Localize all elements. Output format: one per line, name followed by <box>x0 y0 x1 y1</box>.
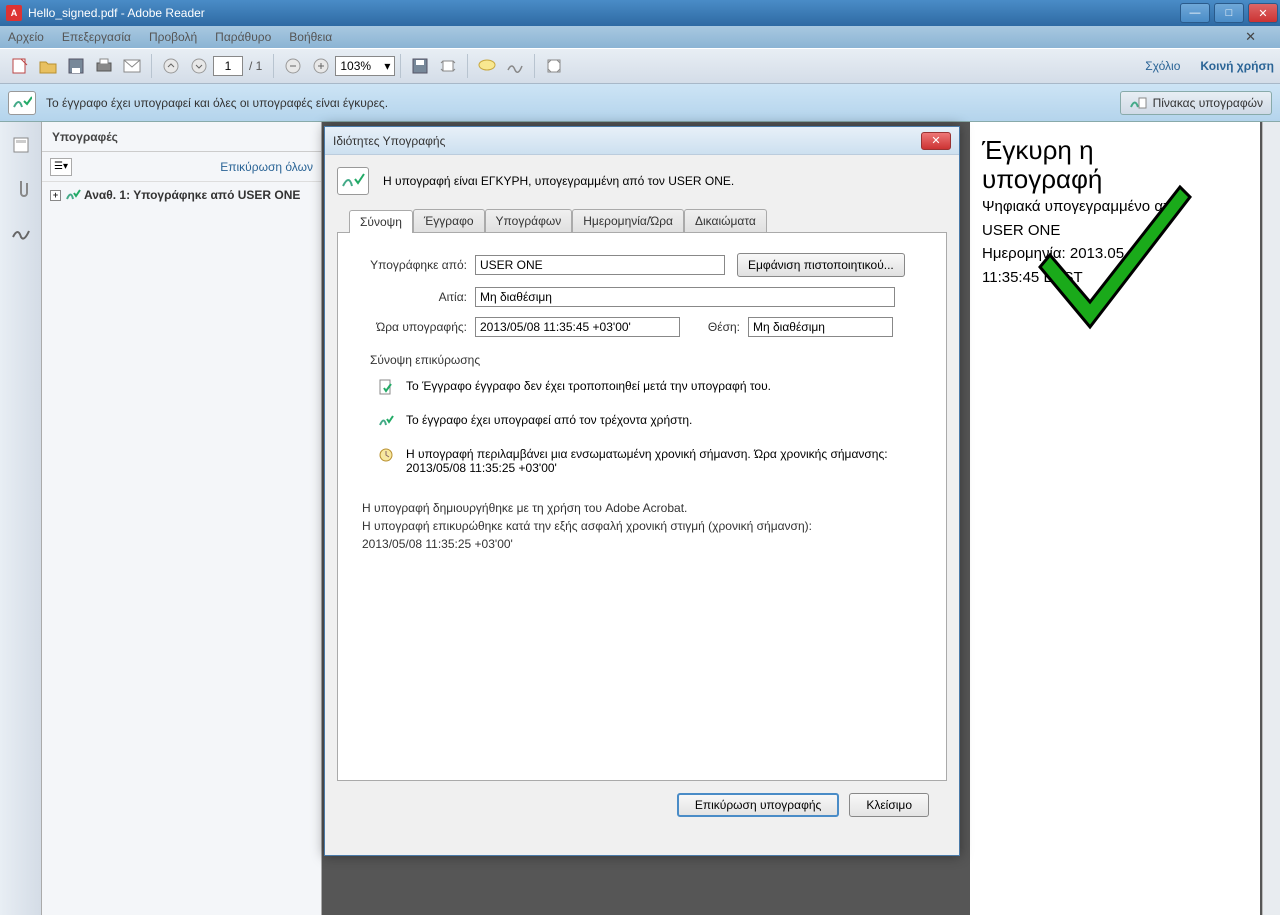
signed-by-label: Υπογράφηκε από: <box>362 258 467 272</box>
footer-line-3: 2013/05/08 11:35:25 +03'00' <box>362 535 922 553</box>
minimize-button[interactable]: — <box>1180 3 1210 23</box>
fit-page-icon[interactable] <box>436 54 460 78</box>
menu-file[interactable]: Αρχείο <box>8 30 44 44</box>
menu-help[interactable]: Βοήθεια <box>289 30 332 44</box>
dialog-tabs: Σύνοψη Έγγραφο Υπογράφων Ημερομηνία/Ώρα … <box>337 209 947 233</box>
titlebar: A Hello_signed.pdf - Adobe Reader — □ ✕ <box>0 0 1280 26</box>
sign-time-field: 2013/05/08 11:35:45 +03'00' <box>475 317 680 337</box>
open-icon[interactable] <box>36 54 60 78</box>
signature-message-text: Το έγγραφο έχει υπογραφεί και όλες οι υπ… <box>46 96 388 110</box>
signature-message-bar: Το έγγραφο έχει υπογραφεί και όλες οι υπ… <box>0 84 1280 122</box>
footer-line-2: Η υπογραφή επικυρώθηκε κατά την εξής ασφ… <box>362 517 922 535</box>
reason-field: Μη διαθέσιμη <box>475 287 895 307</box>
save-icon[interactable] <box>64 54 88 78</box>
menu-view[interactable]: Προβολή <box>149 30 197 44</box>
save-copy-icon[interactable] <box>408 54 432 78</box>
tab-signer[interactable]: Υπογράφων <box>485 209 573 232</box>
summary-icon-timestamp <box>378 447 396 463</box>
signatures-panel: Υπογραφές ☰▾ Επικύρωση όλων + Αναθ. 1: Υ… <box>42 122 322 915</box>
reading-mode-icon[interactable] <box>542 54 566 78</box>
zoom-in-icon[interactable] <box>309 54 333 78</box>
zoom-out-icon[interactable] <box>281 54 305 78</box>
document-page: Έγκυρη η υπογραφή Ψηφιακά υπογεγραμμένο … <box>970 122 1260 915</box>
summary-text-2: Το έγγραφο έχει υπογραφεί από τον τρέχον… <box>406 413 692 427</box>
share-link[interactable]: Κοινή χρήση <box>1200 59 1274 73</box>
comment-icon[interactable] <box>475 54 499 78</box>
dialog-signature-icon <box>337 167 369 195</box>
validate-signature-button[interactable]: Επικύρωση υπογραφής <box>677 793 839 817</box>
attachments-icon[interactable] <box>8 176 34 202</box>
signatures-panel-title: Υπογραφές <box>42 122 321 152</box>
tab-datetime[interactable]: Ημερομηνία/Ώρα <box>572 209 684 232</box>
tab-summary[interactable]: Σύνοψη <box>349 210 413 233</box>
tab-permissions[interactable]: Δικαιώματα <box>684 209 767 232</box>
close-dialog-button[interactable]: Κλείσιμο <box>849 793 929 817</box>
signature-properties-dialog: Ιδιότητες Υπογραφής ✕ Η υπογραφή είναι Ε… <box>324 126 960 856</box>
dialog-close-button[interactable]: ✕ <box>921 132 951 150</box>
dialog-title: Ιδιότητες Υπογραφής <box>333 134 445 148</box>
dialog-signature-valid-text: Η υπογραφή είναι ΕΓΚΥΡΗ, υπογεγραμμένη α… <box>383 174 734 188</box>
signature-tree-item[interactable]: + Αναθ. 1: Υπογράφηκε από USER ONE <box>48 186 315 204</box>
show-certificate-button[interactable]: Εμφάνιση πιστοποιητικού... <box>737 253 905 277</box>
footer-line-1: Η υπογραφή δημιουργήθηκε με τη χρήση του… <box>362 499 922 517</box>
window-controls: — □ ✕ <box>1178 3 1280 23</box>
signature-tree: + Αναθ. 1: Υπογράφηκε από USER ONE <box>42 182 321 208</box>
left-sidebar-strip <box>0 122 42 915</box>
page-up-icon[interactable] <box>159 54 183 78</box>
email-icon[interactable] <box>120 54 144 78</box>
big-checkmark-icon <box>1020 177 1200 357</box>
tab-document[interactable]: Έγγραφο <box>413 209 485 232</box>
location-field: Μη διαθέσιμη <box>748 317 893 337</box>
sign-time-label: Ώρα υπογραφής: <box>362 320 467 334</box>
validate-all-link[interactable]: Επικύρωση όλων <box>220 160 313 174</box>
toolbar: / 1 103%▾ Σχόλιο Κοινή χρήση <box>0 48 1280 84</box>
close-tab-icon[interactable]: ✕ <box>1245 29 1256 45</box>
summary-text-1: Το Έγγραφο έγγραφο δεν έχει τροποποιηθεί… <box>406 379 771 393</box>
tab-content: Υπογράφηκε από: USER ONE Εμφάνιση πιστοπ… <box>337 233 947 781</box>
page-down-icon[interactable] <box>187 54 211 78</box>
close-button[interactable]: ✕ <box>1248 3 1278 23</box>
location-label: Θέση: <box>680 320 740 334</box>
validation-summary-title: Σύνοψη επικύρωσης <box>370 353 922 367</box>
window-title: Hello_signed.pdf - Adobe Reader <box>28 6 205 20</box>
signed-by-field: USER ONE <box>475 255 725 275</box>
signatures-icon[interactable] <box>8 220 34 246</box>
reason-label: Αιτία: <box>362 290 467 304</box>
doc-valid-title-1: Έγκυρη η <box>982 136 1248 165</box>
thumbnails-icon[interactable] <box>8 132 34 158</box>
dialog-titlebar: Ιδιότητες Υπογραφής ✕ <box>325 127 959 155</box>
menu-edit[interactable]: Επεξεργασία <box>62 30 131 44</box>
export-pdf-icon[interactable] <box>8 54 32 78</box>
scrollbar[interactable] <box>1262 122 1280 915</box>
menu-window[interactable]: Παράθυρο <box>215 30 271 44</box>
menubar: Αρχείο Επεξεργασία Προβολή Παράθυρο Βοήθ… <box>0 26 1280 48</box>
panel-options-dropdown[interactable]: ☰▾ <box>50 158 72 176</box>
expand-icon[interactable]: + <box>50 190 61 201</box>
page-input[interactable] <box>213 56 243 76</box>
summary-icon-signed-by-user <box>378 413 396 429</box>
signature-panel-button[interactable]: Πίνακας υπογραφών <box>1120 91 1272 115</box>
sign-icon[interactable] <box>503 54 527 78</box>
summary-text-3: Η υπογραφή περιλαμβάνει μια ενσωματωμένη… <box>406 447 888 475</box>
print-icon[interactable] <box>92 54 116 78</box>
app-icon: A <box>6 5 22 21</box>
comment-link[interactable]: Σχόλιο <box>1145 59 1180 73</box>
summary-icon-doc-unmodified <box>378 379 396 395</box>
zoom-select[interactable]: 103%▾ <box>335 56 395 76</box>
maximize-button[interactable]: □ <box>1214 3 1244 23</box>
page-total: / 1 <box>249 59 262 73</box>
signature-valid-icon <box>8 91 36 115</box>
